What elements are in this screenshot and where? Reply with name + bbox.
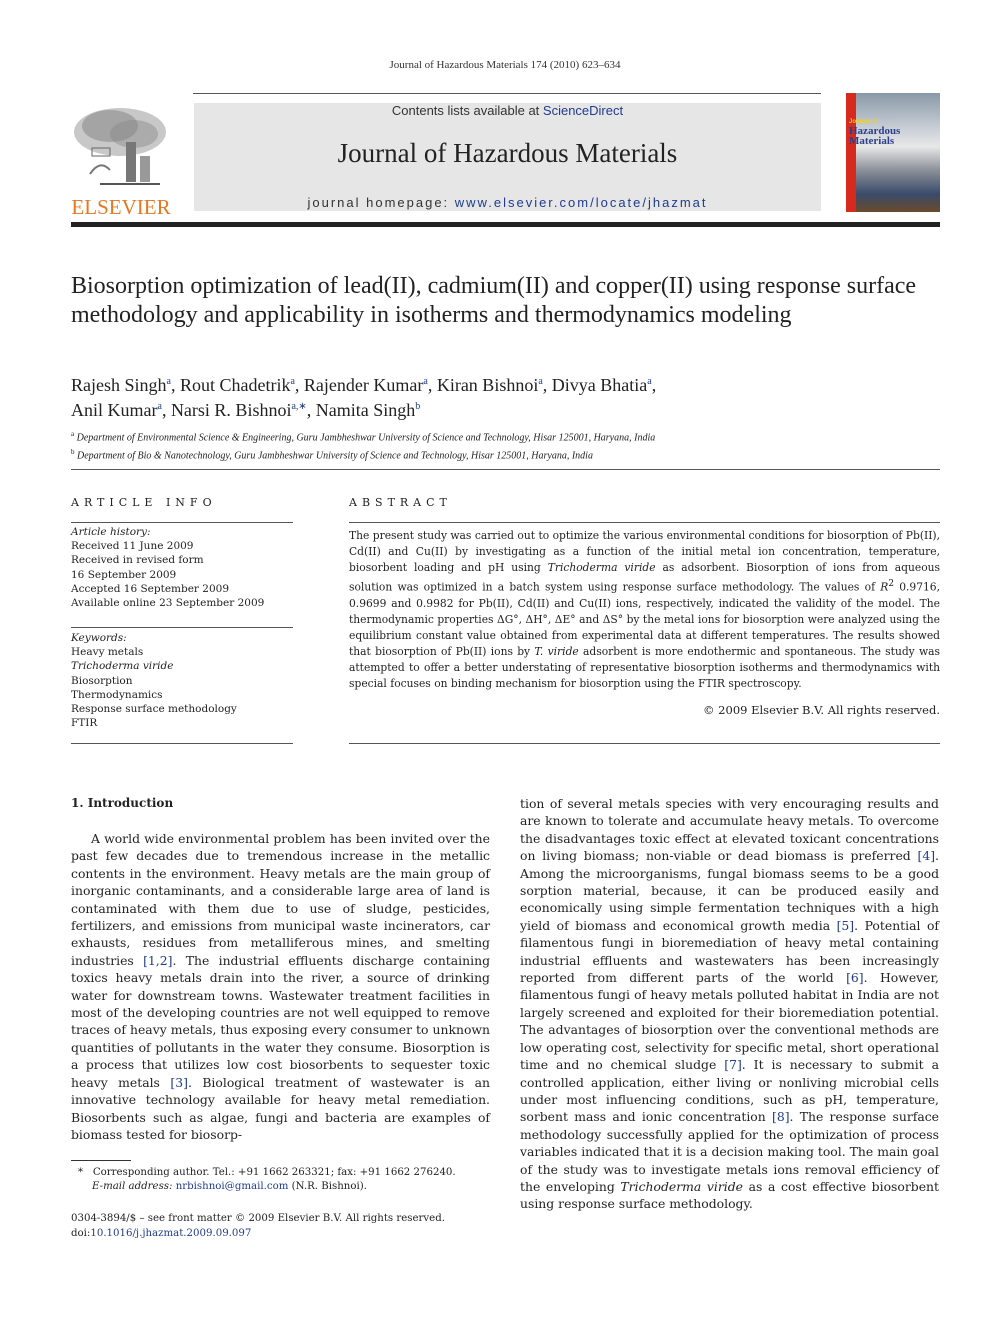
article-title: Biosorption optimization of lead(II), ca… [71,273,917,328]
history-item: Received 11 June 2009 [71,540,194,553]
email-link[interactable]: nrbishnoi@gmail.com [176,1181,289,1192]
header-rule [193,93,821,94]
history-item: Available online 23 September 2009 [71,597,265,610]
journal-cover-image: Journal of Hazardous Materials [846,93,940,212]
copyright: © 2009 Elsevier B.V. All rights reserved… [703,703,940,717]
body-column-right: tion of several metals species with very… [520,796,939,1212]
elsevier-tree-icon [74,108,166,185]
history-item: Accepted 16 September 2009 [71,582,230,595]
homepage-link[interactable]: www.elsevier.com/locate/jhazmat [455,195,708,210]
abstract-text: The present study was carried out to opt… [349,529,940,690]
citation-link[interactable]: [3] [170,1075,188,1090]
citation-link[interactable]: [6] [846,970,864,985]
keyword: Heavy metals [71,646,144,659]
history-item: 16 September 2009 [71,568,177,581]
footnote-rule [71,1160,131,1161]
affiliations: a Department of Environmental Science & … [71,427,941,464]
author[interactable]: Rout Chadetrika [180,375,295,395]
author[interactable]: Narsi R. Bishnoia,∗ [171,400,307,420]
divider [71,469,940,470]
keyword: Biosorption [71,674,133,687]
cover-spine [846,93,856,212]
divider [71,627,293,628]
divider [71,743,293,744]
citation-link[interactable]: [8] [772,1109,790,1124]
author[interactable]: Rajender Kumara [304,375,428,395]
sciencedirect-link[interactable]: ScienceDirect [543,103,623,118]
author[interactable]: Rajesh Singha [71,375,171,395]
history-item: Received in revised form [71,554,204,567]
article-history: Article history: Received 11 June 2009 R… [71,525,293,610]
keyword: FTIR [71,717,98,730]
citation-link[interactable]: [5] [837,918,855,933]
journal-title: Journal of Hazardous Materials [337,138,678,168]
citation-link[interactable]: [7] [724,1057,742,1072]
footnote: * Corresponding author. Tel.: +91 1662 2… [78,1167,456,1192]
author[interactable]: Kiran Bishnoia [437,375,543,395]
affiliation: b Department of Bio & Nanotechnology, Gu… [71,448,593,462]
affiliation: a Department of Environmental Science & … [71,430,656,444]
author[interactable]: Anil Kumara [71,400,162,420]
contents-line: Contents lists available at ScienceDirec… [391,103,624,118]
running-head: Journal of Hazardous Materials 174 (2010… [389,59,621,71]
author[interactable]: Divya Bhatiaa [552,375,652,395]
divider [349,522,940,523]
keyword: Thermodynamics [71,688,163,701]
keywords: Keywords: Heavy metals Trichoderma virid… [71,631,293,730]
elsevier-logo: ELSEVIER [70,104,172,219]
divider [349,743,940,744]
keyword: Response surface methodology [71,703,237,716]
keyword: Trichoderma viride [71,660,174,673]
divider [71,522,293,523]
article-info-heading: ARTICLE INFO [71,496,217,509]
doi-link[interactable]: 10.1016/j.jhazmat.2009.09.097 [90,1228,251,1239]
author[interactable]: Namita Singhb [316,400,421,420]
citation-link[interactable]: [4] [917,848,935,863]
section-heading: 1. Introduction [71,796,174,810]
cover-title: Hazardous Materials [849,125,901,147]
citation-link[interactable]: [1,2] [143,953,172,968]
journal-homepage: journal homepage: www.elsevier.com/locat… [307,195,708,210]
front-matter: 0304-3894/$ – see front matter © 2009 El… [71,1213,445,1239]
header-thick-rule [71,222,940,227]
elsevier-wordmark: ELSEVIER [71,195,171,219]
body-column-left: A world wide environmental problem has b… [71,831,490,1142]
abstract-heading: ABSTRACT [349,496,452,509]
author-list: Rajesh Singha, Rout Chadetrika, Rajender… [71,375,657,420]
